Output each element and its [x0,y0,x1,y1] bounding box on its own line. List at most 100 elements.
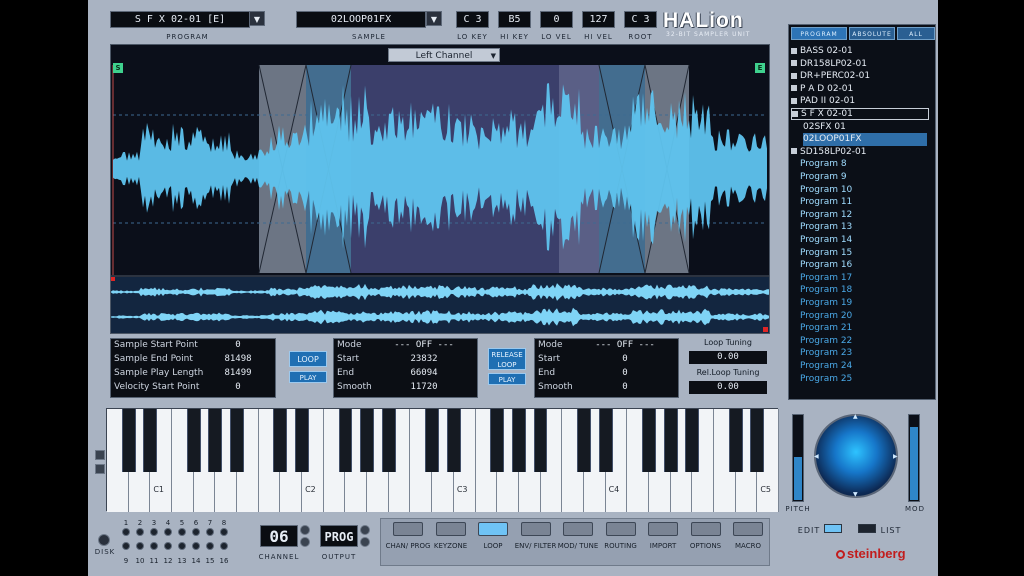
program-list-item[interactable]: Program 9 [800,171,847,184]
black-key[interactable] [273,409,288,472]
midi-channel-button[interactable] [164,528,172,536]
list-toggle[interactable] [858,524,876,533]
expand-icon[interactable] [791,72,797,79]
midi-channel-button[interactable] [192,528,200,536]
black-key[interactable] [121,409,136,472]
velocity-start-value[interactable]: 0 [203,382,273,392]
sustain-end-value[interactable]: 66094 [374,368,474,378]
tab-all[interactable]: ALL [897,27,935,40]
program-list-item[interactable]: Program 14 [800,234,852,247]
sample-start-flag[interactable]: S [113,63,123,73]
midi-channel-button[interactable] [206,528,214,536]
octave-down-button[interactable] [95,464,105,474]
midi-channel-button[interactable] [136,528,144,536]
loop-button[interactable]: LOOP [289,351,327,367]
black-key[interactable] [295,409,310,472]
function-env-filter-button[interactable] [520,522,551,536]
sustain-start-value[interactable]: 23832 [374,354,474,364]
midi-channel-button[interactable] [192,542,200,550]
sample-length-value[interactable]: 81499 [203,368,273,378]
disk-icon[interactable] [98,534,110,546]
sample-start-value[interactable]: 0 [203,340,273,350]
output-down-button[interactable] [360,537,370,547]
black-key[interactable] [208,409,223,472]
black-key[interactable] [360,409,375,472]
program-list-item[interactable]: SD158LP02-01 [791,146,866,159]
program-list-item[interactable]: Program 23 [800,347,852,360]
sustain-mode-value[interactable]: --- OFF --- [374,340,474,350]
program-list-item[interactable]: Program 16 [800,259,852,272]
midi-channel-button[interactable] [122,542,130,550]
function-chan-prog-button[interactable] [393,522,423,536]
function-import-button[interactable] [648,522,678,536]
midi-channel-button[interactable] [150,542,158,550]
channel-display[interactable]: 06 [260,525,298,547]
midi-channel-button[interactable] [178,542,186,550]
midi-channel-button[interactable] [220,528,228,536]
mod-slider[interactable] [908,414,920,502]
program-list-item[interactable]: Program 25 [800,373,852,386]
midi-channel-button[interactable] [206,542,214,550]
black-key[interactable] [533,409,548,472]
root-display[interactable]: C 3 [624,11,657,28]
tab-absolute[interactable]: ABSOLUTE [849,27,895,40]
program-list-item[interactable]: Program 19 [800,297,852,310]
black-key[interactable] [598,409,613,472]
program-list-item[interactable]: 02LOOP01FX [803,133,927,146]
black-key[interactable] [381,409,396,472]
loop-play-button[interactable]: PLAY [289,371,327,383]
release-mode-value[interactable]: --- OFF --- [575,340,675,350]
program-list-item[interactable]: Program 8 [800,158,847,171]
expand-icon[interactable] [791,60,797,67]
release-loop-button[interactable]: RELEASE LOOP [488,348,526,370]
program-list-item[interactable]: Program 12 [800,209,852,222]
black-key[interactable] [685,409,700,472]
black-key[interactable] [641,409,656,472]
program-list-item[interactable]: Program 10 [800,184,852,197]
black-key[interactable] [490,409,505,472]
expand-icon[interactable] [791,97,797,104]
piano-keyboard[interactable]: C1 C2 C3 C4 C5 [106,408,779,512]
midi-channel-button[interactable] [178,528,186,536]
black-key[interactable] [186,409,201,472]
tab-program[interactable]: PROGRAM [791,27,847,40]
black-key[interactable] [425,409,440,472]
output-up-button[interactable] [360,525,370,535]
function-keyzone-button[interactable] [435,522,466,536]
black-key[interactable] [230,409,244,472]
lo-key-display[interactable]: C 3 [456,11,489,28]
black-key[interactable] [338,409,353,472]
midi-channel-button[interactable] [150,528,158,536]
release-play-button[interactable]: PLAY [488,373,526,385]
function-macro-button[interactable] [733,522,763,536]
lo-vel-display[interactable]: 0 [540,11,573,28]
program-list-item[interactable]: P A D 02-01 [791,83,853,96]
waveform-display[interactable]: S E [110,44,770,334]
loop-tuning-value[interactable]: 0.00 [689,351,767,364]
program-dropdown-icon[interactable]: ▼ [249,11,265,26]
black-key[interactable] [750,409,765,472]
channel-down-button[interactable] [300,537,310,547]
black-key[interactable] [446,409,461,472]
program-list-item[interactable]: Program 15 [800,247,852,260]
sample-dropdown-icon[interactable]: ▼ [426,11,442,26]
expand-icon[interactable] [791,47,797,54]
release-start-value[interactable]: 0 [575,354,675,364]
program-list-item[interactable]: Program 22 [800,335,852,348]
function-routing-button[interactable] [605,522,636,536]
expand-icon[interactable] [791,85,797,92]
channel-select[interactable]: Left Channel ▼ [388,48,500,62]
sample-end-value[interactable]: 81498 [203,354,273,364]
program-list-item[interactable]: S F X 02-01 [791,108,929,120]
program-list-item[interactable]: DR+PERC02-01 [791,70,870,83]
hi-vel-display[interactable]: 127 [582,11,615,28]
black-key[interactable] [728,409,743,472]
pitch-slider[interactable] [792,414,804,502]
sample-end-flag[interactable]: E [755,63,765,73]
program-list-item[interactable]: Program 18 [800,284,852,297]
program-list-item[interactable]: Program 11 [800,196,852,209]
waveform-graphic[interactable] [111,45,769,333]
midi-channel-button[interactable] [164,542,172,550]
sample-display[interactable]: 02LOOP01FX [296,11,426,28]
release-end-value[interactable]: 0 [575,368,675,378]
